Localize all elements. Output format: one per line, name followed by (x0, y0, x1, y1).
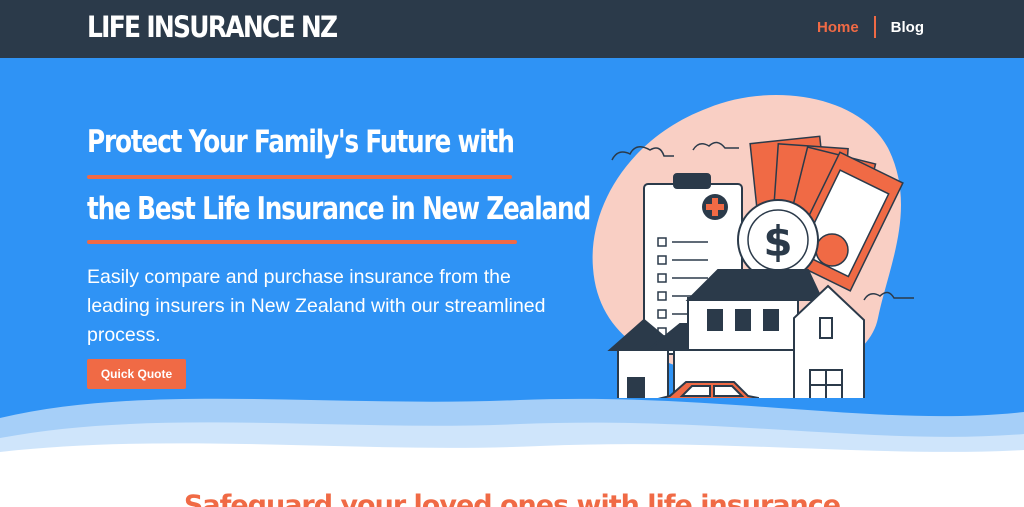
headline-underline-2 (87, 240, 517, 244)
section-heading: Safeguard your loved ones with life insu… (183, 490, 841, 507)
hero-illustration: $ (592, 95, 914, 398)
main-nav: Home Blog (817, 16, 924, 38)
svg-text:$: $ (763, 217, 792, 266)
medical-cross-icon (702, 194, 728, 220)
site-logo[interactable]: LIFE INSURANCE NZ (87, 10, 338, 44)
dollar-coin-icon: $ (737, 199, 819, 281)
nav-divider (873, 16, 876, 38)
quick-quote-button[interactable]: Quick Quote (87, 359, 186, 389)
hero-subtext: Easily compare and purchase insurance fr… (87, 266, 546, 346)
hero-headline-line-1: Protect Your Family's Future with (87, 124, 515, 160)
nav-home-link[interactable]: Home (817, 19, 859, 36)
hero-headline-line-2: the Best Life Insurance in New Zealand (87, 191, 591, 227)
nav-blog-link[interactable]: Blog (891, 19, 924, 36)
headline-underline-1 (87, 175, 512, 179)
hero-section: Protect Your Family's Future with the Be… (0, 58, 1024, 458)
top-navbar: LIFE INSURANCE NZ Home Blog (0, 0, 1024, 58)
wave-divider (0, 398, 1024, 458)
